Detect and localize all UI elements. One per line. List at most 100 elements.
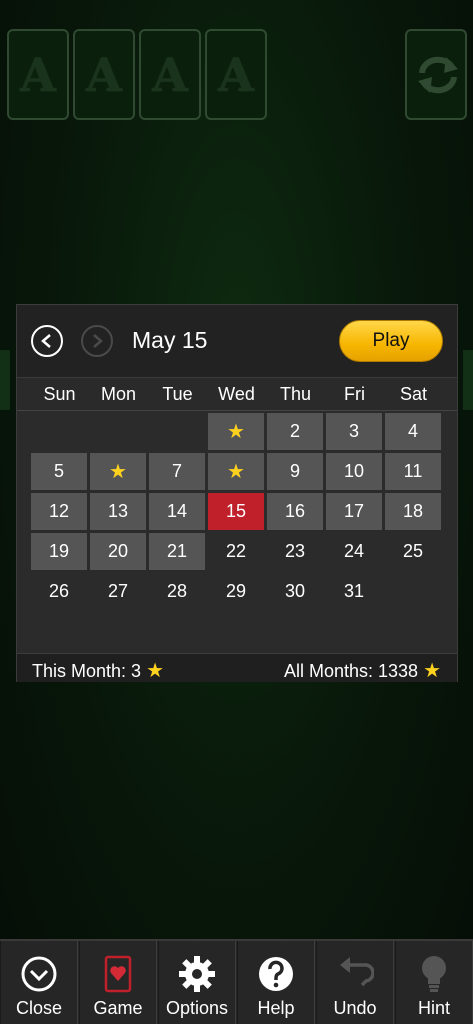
- foundation-label: A: [218, 47, 254, 102]
- day-number: 29: [225, 581, 247, 601]
- selected-date-label: May 15: [132, 327, 208, 353]
- recycle-icon: [418, 56, 458, 94]
- game-label: Game: [93, 998, 143, 1018]
- day-number: 31: [343, 581, 365, 601]
- calendar-day-selected[interactable]: 15: [208, 493, 264, 530]
- calendar-footer: This Month: 3 ★ All Months: 1338 ★: [17, 653, 457, 682]
- day-number: 26: [48, 581, 70, 601]
- calendar-day[interactable]: 24: [326, 533, 382, 570]
- bottom-toolbar: Close Game Options Help Undo Hint: [0, 939, 473, 1024]
- star-icon: ★: [227, 461, 245, 483]
- calendar-day[interactable]: ★: [208, 453, 264, 490]
- close-button[interactable]: Close: [0, 941, 78, 1024]
- help-icon: [259, 957, 293, 991]
- day-number: 17: [343, 501, 365, 521]
- day-number: 16: [284, 501, 306, 521]
- day-number: 3: [348, 421, 359, 441]
- day-number: 5: [53, 461, 64, 481]
- this-month-label: This Month: 3: [32, 661, 142, 681]
- calendar-day[interactable]: 7: [149, 453, 205, 490]
- play-button[interactable]: Play: [339, 320, 443, 362]
- calendar-day[interactable]: 12: [31, 493, 87, 530]
- calendar-day[interactable]: 17: [326, 493, 382, 530]
- calendar-day[interactable]: 4: [385, 413, 441, 450]
- star-icon: ★: [109, 461, 127, 483]
- day-number: 11: [403, 461, 423, 481]
- stock-pile[interactable]: [405, 29, 467, 120]
- next-month-button[interactable]: [81, 325, 113, 357]
- foundation-slot-2[interactable]: A: [73, 29, 135, 120]
- foundation-label: A: [20, 47, 56, 102]
- hint-button[interactable]: Hint: [395, 941, 473, 1024]
- undo-icon: [340, 957, 374, 987]
- day-number: 2: [289, 421, 300, 441]
- options-button[interactable]: Options: [158, 941, 236, 1024]
- foundation-slot-4[interactable]: A: [205, 29, 267, 120]
- previous-month-button[interactable]: [31, 325, 63, 357]
- calendar-day[interactable]: 23: [267, 533, 323, 570]
- side-tab-right: [463, 350, 473, 410]
- day-number: 27: [107, 581, 129, 601]
- undo-label: Undo: [333, 998, 377, 1018]
- calendar-day[interactable]: 30: [267, 573, 323, 610]
- calendar-day[interactable]: 3: [326, 413, 382, 450]
- day-number: 14: [166, 501, 188, 521]
- calendar-day[interactable]: 9: [267, 453, 323, 490]
- calendar-day[interactable]: ★: [90, 453, 146, 490]
- day-number: 7: [171, 461, 182, 481]
- day-number: 18: [402, 501, 424, 521]
- weekday-label: Sat: [399, 384, 428, 404]
- star-icon: ★: [227, 421, 245, 443]
- calendar-day[interactable]: 31: [326, 573, 382, 610]
- day-number: 13: [107, 501, 129, 521]
- close-label: Close: [15, 998, 63, 1018]
- calendar-day[interactable]: ★: [208, 413, 264, 450]
- undo-button[interactable]: Undo: [316, 941, 394, 1024]
- calendar-header: May 15 Play: [17, 305, 457, 377]
- help-button[interactable]: Help: [237, 941, 315, 1024]
- gear-icon: [179, 956, 215, 992]
- game-button[interactable]: Game: [79, 941, 157, 1024]
- side-tab-left: [0, 350, 10, 410]
- calendar-day[interactable]: 2: [267, 413, 323, 450]
- foundation-slot-1[interactable]: A: [7, 29, 69, 120]
- foundation-label: A: [86, 47, 122, 102]
- day-number: 24: [343, 541, 365, 561]
- calendar-day[interactable]: 13: [90, 493, 146, 530]
- chevron-down-circle-icon: [21, 956, 57, 992]
- calendar-day[interactable]: 14: [149, 493, 205, 530]
- calendar-day[interactable]: 28: [149, 573, 205, 610]
- day-number: 19: [48, 541, 70, 561]
- calendar-day[interactable]: 26: [31, 573, 87, 610]
- daily-challenge-calendar: May 15 Play Sun Mon Tue Wed Thu Fri Sat …: [16, 304, 458, 682]
- day-number: 12: [48, 501, 70, 521]
- foundation-label: A: [152, 47, 188, 102]
- calendar-day[interactable]: 11: [385, 453, 441, 490]
- day-number: 22: [225, 541, 247, 561]
- day-number: 23: [284, 541, 306, 561]
- day-number: 25: [402, 541, 424, 561]
- calendar-day[interactable]: 21: [149, 533, 205, 570]
- calendar-day[interactable]: 22: [208, 533, 264, 570]
- all-months-stars: All Months: 1338 ★: [284, 658, 441, 683]
- calendar-day[interactable]: 18: [385, 493, 441, 530]
- calendar-day[interactable]: 5: [31, 453, 87, 490]
- calendar-day[interactable]: 29: [208, 573, 264, 610]
- calendar-day[interactable]: 16: [267, 493, 323, 530]
- lightbulb-icon: [422, 956, 446, 992]
- calendar-day[interactable]: 19: [31, 533, 87, 570]
- weekday-label: Fri: [344, 384, 365, 404]
- calendar-day[interactable]: 10: [326, 453, 382, 490]
- day-number: 15: [225, 501, 247, 521]
- calendar-day[interactable]: 27: [90, 573, 146, 610]
- day-number: 30: [284, 581, 306, 601]
- calendar-day[interactable]: 20: [90, 533, 146, 570]
- star-icon: ★: [423, 660, 441, 682]
- calendar-day[interactable]: 25: [385, 533, 441, 570]
- foundation-slot-3[interactable]: A: [139, 29, 201, 120]
- weekday-label: Sun: [43, 384, 76, 404]
- all-months-label: All Months: 1338: [283, 661, 419, 681]
- options-label: Options: [165, 998, 229, 1018]
- day-number: 21: [166, 541, 188, 561]
- weekday-label: Mon: [100, 384, 136, 404]
